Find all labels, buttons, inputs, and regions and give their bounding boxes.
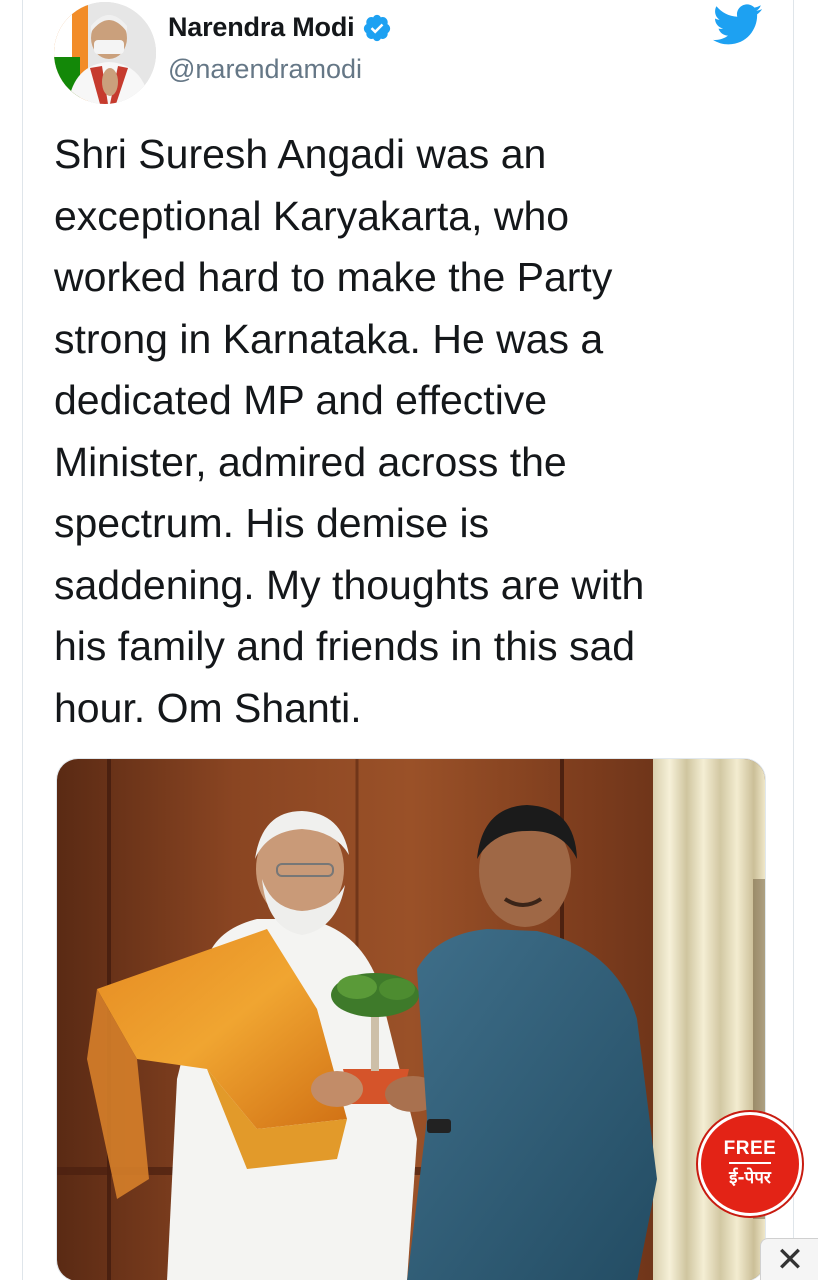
verified-badge-icon bbox=[362, 13, 392, 43]
author-name-row: Narendra Modi bbox=[168, 12, 392, 43]
close-icon: ✕ bbox=[775, 1241, 805, 1279]
close-button[interactable]: ✕ bbox=[760, 1238, 818, 1280]
badge-epaper-label: ई-पेपर bbox=[729, 1162, 771, 1190]
tweet-photo[interactable] bbox=[56, 758, 766, 1280]
author-name[interactable]: Narendra Modi bbox=[168, 12, 355, 43]
author-avatar[interactable] bbox=[54, 2, 156, 104]
twitter-bird-icon[interactable] bbox=[712, 4, 763, 46]
free-epaper-badge[interactable]: FREE ई-पेपर bbox=[698, 1112, 802, 1216]
tweet-text: Shri Suresh Angadi was an exceptional Ka… bbox=[54, 131, 645, 731]
author-handle[interactable]: @narendramodi bbox=[168, 54, 362, 85]
tweet-screenshot: Narendra Modi @narendramodi Shri Suresh … bbox=[0, 0, 818, 1280]
badge-free-label: FREE bbox=[723, 1138, 777, 1159]
